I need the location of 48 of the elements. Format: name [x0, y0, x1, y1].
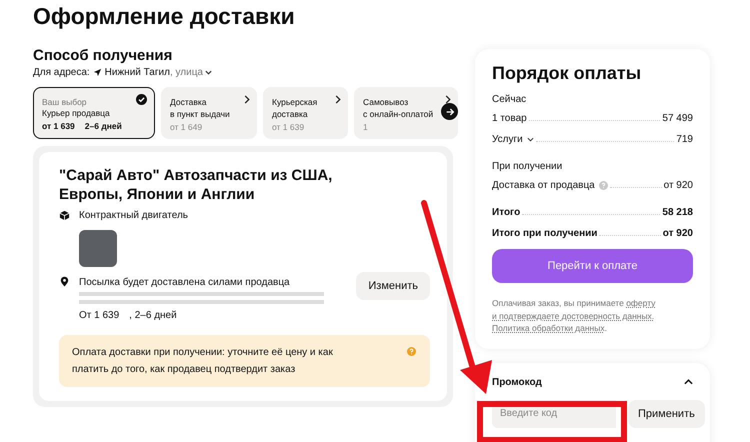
- promo-heading: Промокод: [492, 376, 542, 388]
- privacy-policy-link[interactable]: Политика обработки данных: [492, 323, 605, 333]
- seller-name: "Сарай Авто" Автозапчасти из США, Европы, Японии и Англии: [59, 166, 334, 204]
- page-title: Оформление доставки: [33, 2, 296, 31]
- chevron-right-icon: [445, 95, 451, 104]
- collapse-caret-icon[interactable]: [684, 379, 693, 385]
- chevron-right-icon: [244, 95, 250, 104]
- total-value: от 920: [662, 228, 693, 239]
- pay-button[interactable]: Перейти к оплате: [492, 249, 693, 283]
- notice-text: Оплата доставки при получении: уточните её цену и как платить до того, как продавец подтвердит заказ: [72, 346, 334, 377]
- item-name: Контрактный двигатель: [79, 210, 188, 221]
- expand-chevron-icon[interactable]: [526, 137, 534, 142]
- shipping-price: От 1 639: [79, 310, 120, 321]
- summary-section-heading: При получении: [492, 161, 564, 172]
- shipping-days: , 2–6 дней: [129, 310, 177, 321]
- summary-label: Услуги: [492, 134, 523, 145]
- delivery-option[interactable]: Ваш выбор Курьер продавца от 1 639 2–6 дней: [33, 87, 155, 139]
- section-heading: Способ получения: [33, 47, 174, 64]
- summary-label: Доставка от продавца: [492, 180, 595, 191]
- box-icon: [59, 210, 70, 221]
- photo-placeholder: [79, 230, 117, 267]
- summary-value: 719: [676, 134, 693, 145]
- legal-text: .: [604, 323, 607, 333]
- delivery-option[interactable]: Курьерская доставка от 1 639: [263, 87, 348, 139]
- total-value: 58 218: [662, 207, 693, 218]
- summary-label: 1 товар: [492, 113, 527, 124]
- summary-title: Порядок оплаты: [492, 63, 642, 84]
- checkmark-icon: [136, 94, 147, 105]
- legal-text: и подтверждаете достоверность данных.: [492, 310, 654, 320]
- arrow-right-icon: [444, 106, 454, 116]
- location-arrow-icon: [92, 68, 102, 77]
- delivery-option[interactable]: Самовывоз с онлайн-оплатой 1: [354, 87, 458, 139]
- offer-link[interactable]: оферту: [626, 298, 656, 308]
- address-label: Для адреса:: [33, 67, 90, 78]
- address-selector[interactable]: Нижний Тагил, улица: [104, 67, 212, 78]
- chevron-down-icon: [204, 70, 212, 75]
- delivery-option[interactable]: Доставка в пункт выдачи от 1 649: [161, 87, 257, 139]
- summary-value: 57 499: [662, 113, 693, 124]
- change-button[interactable]: Изменить: [356, 272, 430, 300]
- map-pin-icon: [59, 276, 70, 287]
- shipping-text: Посылка будет доставлена силами продавца: [79, 276, 291, 289]
- chevron-right-icon: [335, 95, 341, 104]
- total-label: Итого при получении: [492, 228, 598, 239]
- legal-text: Оплачивая заказ, вы принимаете: [492, 298, 625, 308]
- apply-button[interactable]: Применить: [628, 400, 705, 428]
- summary-section-heading: Сейчас: [492, 94, 528, 105]
- summary-value: от 920: [664, 180, 693, 191]
- total-label: Итого: [492, 207, 520, 218]
